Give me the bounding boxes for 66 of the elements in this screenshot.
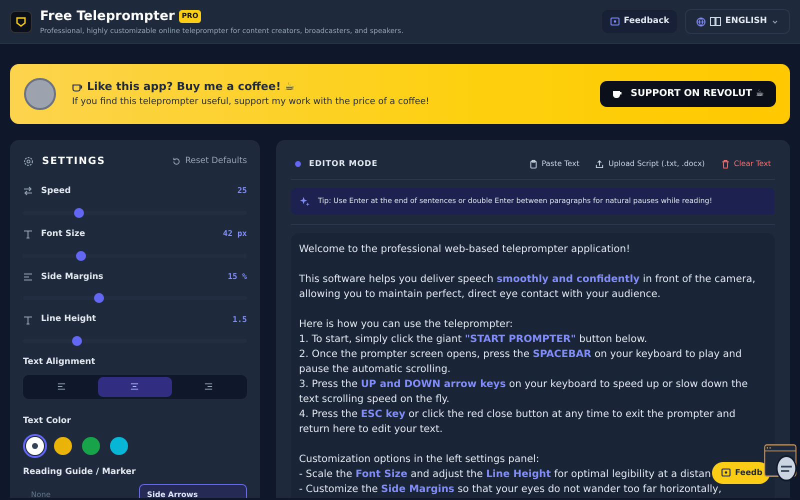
arrows-icon <box>23 186 33 196</box>
script-line: text scrolling speed on the fly. <box>299 393 450 407</box>
align-left-icon <box>57 382 66 392</box>
sparkle-icon <box>299 196 310 207</box>
slider-thumb[interactable] <box>76 250 86 260</box>
upload-icon <box>595 159 604 169</box>
text-icon <box>23 229 33 240</box>
align-right-icon <box>204 382 213 392</box>
script-line: allowing you to maintain perfect, direct eye contact with your audience. <box>299 288 661 302</box>
language-selector[interactable]: ENGLISH <box>685 9 790 34</box>
status-dot <box>295 161 301 167</box>
flag-icon <box>710 17 722 26</box>
banner-title: Like this app? Buy me a coffee! ☕ <box>87 79 295 95</box>
section-label: Text Alignment <box>23 356 96 369</box>
slider-thumb[interactable] <box>74 208 84 218</box>
feedback-icon <box>721 468 731 478</box>
banner-text: If you find this teleprompter useful, support my work with the price of a coffee! <box>72 96 430 108</box>
slider-thumb[interactable] <box>94 293 104 304</box>
support-button[interactable]: SUPPORT ON REVOLUT ☕ <box>600 80 776 108</box>
reset-defaults-button[interactable]: Reset Defaults <box>172 155 247 168</box>
script-line: - Scale the Font Size and adjust the Line Height for optimal legibility at a distan <box>299 468 712 482</box>
globe-icon <box>696 16 706 26</box>
script-line: - Customize the Side Margins so that your eyes do not wander too far horizontally, <box>299 483 722 497</box>
slider-value: 15 % <box>228 270 247 283</box>
text-icon <box>23 314 33 325</box>
chat-widget-drawing[interactable] <box>764 444 798 484</box>
script-line: 1. To start, simply click the giant "START PROMPTER" button below. <box>299 333 648 347</box>
slider-track[interactable] <box>23 210 247 215</box>
slider-value: 42 px <box>222 228 247 240</box>
slider-label: Side Margins <box>41 270 104 284</box>
script-line: Here is how you can use the teleprompter: <box>299 318 513 332</box>
script-line: Customization options in the left settings panel: <box>299 453 540 467</box>
feedback-button[interactable]: Feedback <box>602 10 678 33</box>
slider-label: Speed <box>41 185 71 198</box>
clipboard-icon <box>528 159 538 169</box>
slider-label: Line Height <box>41 313 96 326</box>
trash-icon <box>720 159 730 169</box>
slider-track[interactable] <box>23 296 247 300</box>
script-line: return here to edit your text. <box>299 423 443 437</box>
cup-icon <box>72 82 83 92</box>
feedback-icon <box>610 16 620 26</box>
settings-icon <box>23 156 34 167</box>
color-swatch[interactable] <box>23 434 47 458</box>
lines-icon <box>23 272 33 282</box>
chevron-down-icon <box>771 18 779 26</box>
app-title: Free Teleprompter <box>40 8 175 26</box>
script-line: 3. Press the UP and DOWN arrow keys on your keyboard to speed up or slow down the <box>299 378 748 392</box>
script-line: Welcome to the professional web-based teleprompter application! <box>299 243 630 257</box>
slider-label: Font Size <box>41 228 86 240</box>
slider-thumb[interactable] <box>72 336 82 346</box>
avatar-placeholder <box>24 78 56 110</box>
settings-title: SETTINGS <box>42 155 106 169</box>
slider-value: 25 <box>237 185 247 198</box>
script-line: 2. Once the prompter screen opens, press the SPACEBAR on your keyboard to play and <box>299 348 742 362</box>
script-line: 4. Press the ESC key or click the red close button at any time to exit the prompter and <box>299 408 736 422</box>
section-label: Text Color <box>23 414 72 428</box>
cup-icon <box>612 89 623 99</box>
app-logo <box>10 10 32 32</box>
script-line: pause the automatic scrolling. <box>299 363 451 377</box>
align-center-icon <box>130 382 140 392</box>
editor-mode-label: EDITOR MODE <box>309 158 378 170</box>
script-line: This software helps you deliver speech smoothly and confidently in front of the camera, <box>299 273 756 287</box>
slider-value: 1.5 <box>232 314 247 326</box>
section-label: Reading Guide / Marker <box>23 466 137 478</box>
script-text-area[interactable] <box>291 233 775 498</box>
reset-icon <box>172 157 182 166</box>
